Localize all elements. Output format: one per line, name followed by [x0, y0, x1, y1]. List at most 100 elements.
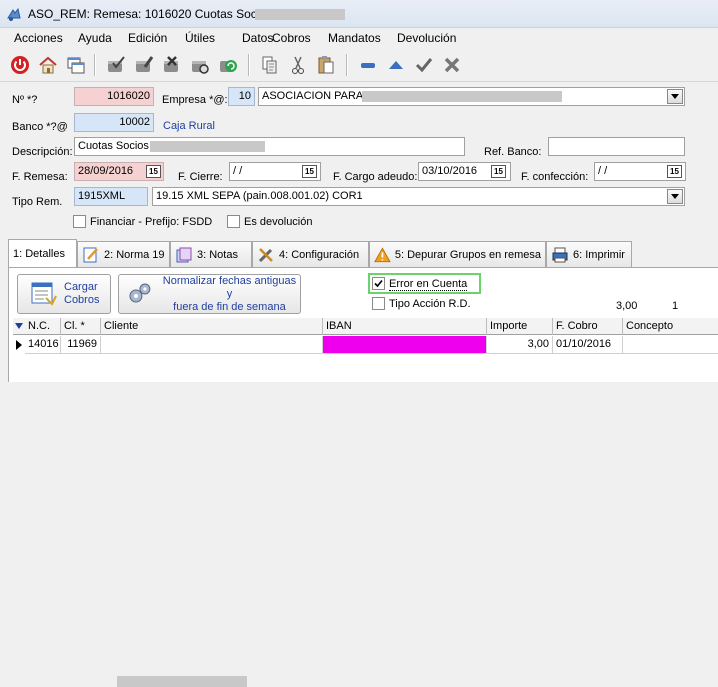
calendar-icon[interactable]: 15 [302, 165, 317, 178]
col-nc[interactable]: N.C. [25, 318, 61, 335]
paste-icon[interactable] [314, 53, 338, 77]
tipo-accion-checkbox[interactable] [372, 297, 385, 310]
toolbar-separator [346, 54, 348, 76]
descripcion-label: Descripción: [12, 146, 73, 158]
calendar-icon[interactable]: 15 [146, 165, 161, 178]
title-bar: ASO_REM: Remesa: 1016020 Cuotas Socios [0, 0, 718, 28]
calendar-icon[interactable]: 15 [667, 165, 682, 178]
gears-icon [129, 283, 151, 303]
cell-cl[interactable]: 11969 [61, 336, 101, 354]
financiar-checkbox[interactable] [73, 215, 86, 228]
redacted-title-part [255, 9, 345, 20]
cut-icon[interactable] [286, 53, 310, 77]
tab-depurar-grupos[interactable]: 5: Depurar Grupos en remesa [369, 241, 546, 267]
menu-datos[interactable]: Datos [242, 31, 273, 45]
col-cl[interactable]: Cl. * [61, 318, 101, 335]
empresa-code-field[interactable]: 10 [228, 87, 255, 106]
calendar-icon[interactable]: 15 [491, 165, 506, 178]
check-pot-icon[interactable] [104, 53, 128, 77]
tab-label: 2: Norma 19 [104, 248, 165, 261]
normalizar-line1: Normalizar fechas antiguas y [162, 274, 297, 300]
numero-field[interactable]: 1016020 [74, 87, 154, 106]
cell-cliente[interactable] [101, 336, 323, 354]
close-icon[interactable] [440, 53, 464, 77]
up-icon[interactable] [384, 53, 408, 77]
f-remesa-label: F. Remesa: [12, 171, 68, 183]
f-confeccion-label: F. confección: [521, 171, 589, 183]
normalizar-fechas-button[interactable]: Normalizar fechas antiguas y fuera de fi… [118, 274, 301, 314]
check-icon[interactable] [412, 53, 436, 77]
menu-edicion[interactable]: Edición [128, 31, 167, 45]
error-en-cuenta-checkbox[interactable] [372, 277, 385, 290]
col-cliente[interactable]: Cliente [101, 318, 323, 335]
col-fcobro[interactable]: F. Cobro [553, 318, 623, 335]
edit-pot-icon[interactable] [132, 53, 156, 77]
ref-banco-label: Ref. Banco: [484, 146, 542, 158]
window-title: ASO_REM: Remesa: 1016020 Cuotas Socios [28, 7, 273, 21]
ref-banco-field[interactable] [548, 137, 685, 156]
numero-label: Nº *? [12, 94, 38, 106]
cell-iban[interactable] [323, 336, 487, 354]
empresa-dropdown-button[interactable] [667, 89, 683, 104]
cell-importe[interactable]: 3,00 [487, 336, 553, 354]
printer-icon [552, 247, 568, 262]
menu-acciones[interactable]: Acciones [14, 31, 63, 45]
windows-icon[interactable] [64, 53, 88, 77]
toolbar-separator [248, 54, 250, 76]
table-row[interactable]: 14016 11969 3,00 01/10/2016 [13, 336, 718, 687]
col-concepto[interactable]: Concepto [623, 318, 718, 335]
cargar-cobros-line2: Cobros [64, 294, 100, 306]
descripcion-field[interactable]: Cuotas Socios [74, 137, 465, 156]
cargar-cobros-button[interactable]: Cargar Cobros [17, 274, 111, 314]
delete-pot-icon[interactable] [160, 53, 184, 77]
tipo-rem-desc: 19.15 XML SEPA (pain.008.001.02) COR1 [156, 190, 363, 202]
checkmark-icon [374, 279, 383, 288]
power-icon[interactable] [8, 53, 32, 77]
banco-code-field[interactable]: 10002 [74, 113, 154, 132]
row-pointer-icon [16, 340, 22, 350]
tipo-rem-select[interactable]: 19.15 XML SEPA (pain.008.001.02) COR1 [152, 187, 685, 206]
notes-icon [176, 247, 192, 262]
es-devolucion-checkbox[interactable] [227, 215, 240, 228]
cell-fcobro[interactable]: 01/10/2016 [553, 336, 623, 354]
refresh-pot-icon[interactable] [216, 53, 240, 77]
tab-notas[interactable]: 3: Notas [170, 241, 252, 267]
tipo-rem-code-field[interactable]: 1915XML [74, 187, 148, 206]
cell-nc[interactable]: 14016 [25, 336, 61, 354]
total-count: 1 [672, 300, 679, 312]
cargar-cobros-line1: Cargar [64, 281, 98, 293]
tipo-accion-label: Tipo Acción R.D. [389, 298, 471, 310]
normalizar-line2: fuera de fin de semana [173, 300, 286, 313]
tab-label: 4: Configuración [279, 248, 360, 261]
tools-icon [258, 247, 273, 262]
menu-cobros[interactable]: Cobros [272, 31, 311, 45]
menu-ayuda[interactable]: Ayuda [78, 31, 112, 45]
menu-utiles[interactable]: Útiles [185, 31, 215, 45]
redacted-cliente [117, 676, 247, 687]
minus-icon[interactable] [356, 53, 380, 77]
tab-imprimir[interactable]: 6: Imprimir [546, 241, 632, 267]
tab-detalles[interactable]: 1: Detalles [8, 239, 77, 268]
col-importe[interactable]: Importe [487, 318, 553, 335]
banco-label: Banco *?@ [12, 121, 68, 133]
sort-indicator-icon [15, 323, 23, 329]
menu-mandatos[interactable]: Mandatos [328, 31, 381, 45]
search-pot-icon[interactable] [188, 53, 212, 77]
col-iban[interactable]: IBAN [323, 318, 487, 335]
cell-concepto[interactable] [623, 336, 718, 354]
warning-icon [374, 246, 391, 262]
tipo-rem-dropdown-button[interactable] [667, 189, 683, 204]
f-cierre-label: F. Cierre: [178, 171, 223, 183]
financiar-label: Financiar - Prefijo: FSDD [90, 216, 213, 228]
tab-norma19[interactable]: 2: Norma 19 [77, 241, 170, 267]
tipo-rem-label: Tipo Rem. [12, 196, 63, 208]
redacted-descripcion [150, 141, 265, 152]
home-icon[interactable] [36, 53, 60, 77]
total-importe: 3,00 [616, 300, 638, 312]
copy-icon[interactable] [258, 53, 282, 77]
toolbar [0, 48, 718, 82]
menu-devolucion[interactable]: Devolución [397, 31, 456, 45]
chevron-down-icon [671, 194, 679, 199]
tab-configuracion[interactable]: 4: Configuración [252, 241, 369, 267]
app-icon [7, 7, 21, 21]
